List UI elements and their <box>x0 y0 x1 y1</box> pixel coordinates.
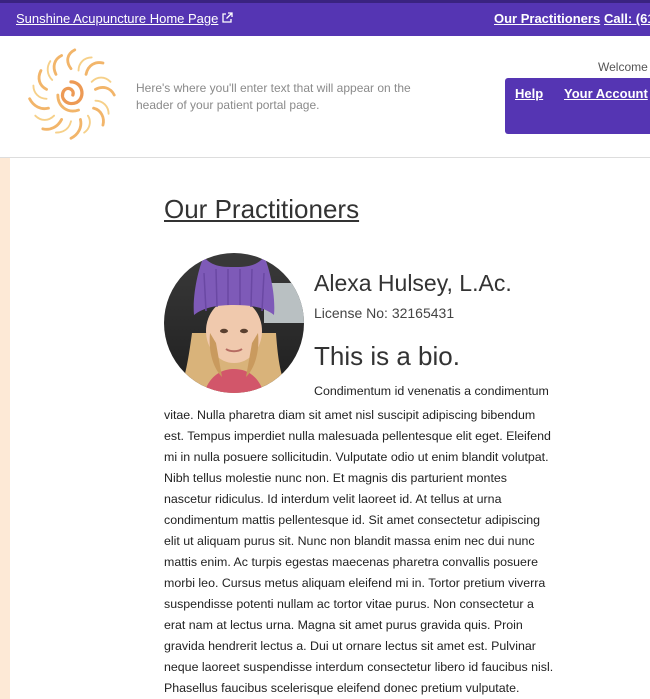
bio-heading: This is a bio. <box>314 341 460 371</box>
bio-first-line: Condimentum id venenatis a condimentum <box>314 384 549 398</box>
left-side-band <box>0 158 10 699</box>
portal-header: Here's where you'll enter text that will… <box>0 36 650 158</box>
bio-line: est. Tempus imperdiet nulla malesuada pe… <box>164 429 551 443</box>
home-page-link-label: Sunshine Acupuncture Home Page <box>16 11 219 26</box>
practitioner-avatar <box>164 253 304 393</box>
bio-line: mi in nulla posuere sollicitudin. Vulput… <box>164 450 549 464</box>
welcome-text: Welcome <box>598 60 648 74</box>
sun-logo-icon <box>28 48 116 140</box>
bio-line: condimentum mattis pellentesque id. Sit … <box>164 513 541 527</box>
bio-line: elit ut aliquam purus sit. Nunc non blan… <box>164 534 535 548</box>
bio-line: nascetur ridiculus. Id interdum velit la… <box>164 492 502 506</box>
page-title: Our Practitioners <box>164 194 360 224</box>
practitioner-name: Alexa Hulsey, L.Ac. <box>314 270 512 296</box>
bio-line: vitae. Nulla pharetra diam sit amet nisl… <box>164 408 536 422</box>
license-number: License No: 32165431 <box>314 305 455 321</box>
bio-line: Nibh tellus molestie nunc non. Et magnis… <box>164 471 507 485</box>
bio-text: vitae. Nulla pharetra diam sit amet nisl… <box>164 405 582 699</box>
bio-line: erat nam at lectus urna. Magna sit amet … <box>164 618 523 632</box>
header-text: Here's where you'll enter text that will… <box>136 81 411 112</box>
bio-line: mattis enim. Ac turpis egestas maecenas … <box>164 555 538 569</box>
your-account-link[interactable]: Your Account <box>564 86 648 101</box>
bio-line: suspendisse potenti nullam ac tortor vit… <box>164 597 534 611</box>
bio-line: morbi leo. Cursus metus aliquam eleifend… <box>164 576 546 590</box>
bio-line: neque laoreet suspendisse interdum conse… <box>164 660 554 674</box>
our-practitioners-link[interactable]: Our Practitioners <box>494 11 600 26</box>
top-bar-strip <box>0 0 650 3</box>
top-bar: Sunshine Acupuncture Home Page Our Pract… <box>0 0 650 36</box>
main-content: Our Practitioners Alexa Hulsey, L.Ac. Li… <box>10 158 650 699</box>
practitioner-photo <box>164 253 304 393</box>
help-link[interactable]: Help <box>515 86 543 101</box>
home-page-link[interactable]: Sunshine Acupuncture Home Page <box>16 11 234 26</box>
account-menu-box: Help Your Account <box>505 78 650 134</box>
bio-line: gravida hendrerit lectus a. Dui ut ornar… <box>164 639 536 653</box>
bio-line: Phasellus faucibus scelerisque eleifend … <box>164 681 520 695</box>
external-link-icon <box>222 12 234 23</box>
call-link[interactable]: Call: (61 <box>604 11 650 26</box>
